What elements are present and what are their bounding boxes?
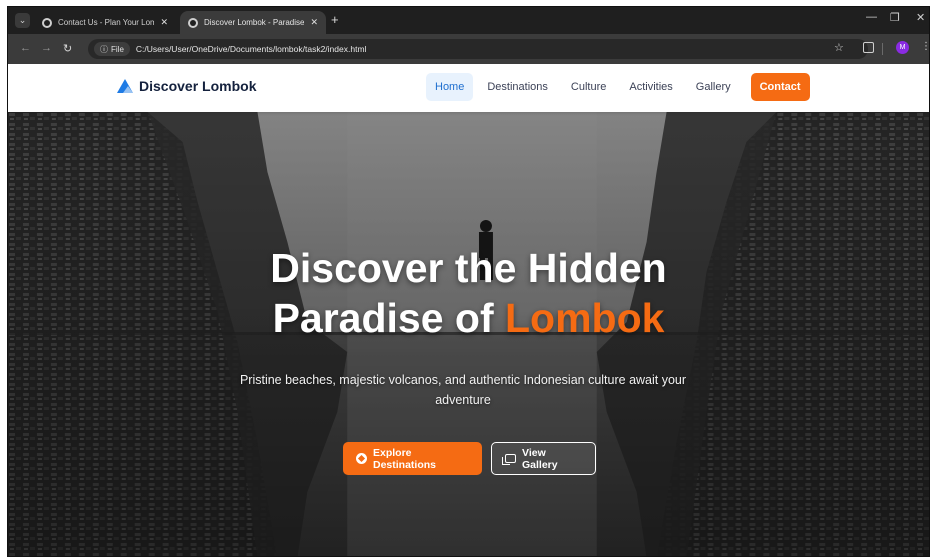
address-bar[interactable]: ⓘ File C:/Users/User/OneDrive/Documents/… [88, 39, 868, 59]
nav-item-gallery[interactable]: Gallery [687, 73, 740, 101]
new-tab-button[interactable]: + [331, 12, 339, 27]
close-window-icon[interactable]: ✕ [916, 11, 925, 24]
info-icon: ⓘ [100, 44, 108, 54]
tab-search-icon[interactable]: ⌄ [15, 13, 30, 28]
nav-item-activities[interactable]: Activities [620, 73, 681, 101]
contact-button[interactable]: Contact [750, 73, 810, 101]
reload-icon[interactable]: ↻ [63, 42, 72, 55]
tab-strip: ⌄ Contact Us - Plan Your Lombok ✕ Discov… [8, 7, 929, 34]
forward-arrow-icon[interactable]: → [41, 42, 52, 54]
extensions-icon[interactable] [863, 42, 874, 53]
hero-title-line1: Discover the Hidden [270, 245, 667, 291]
nav-menu: Home Destinations Culture Activities Gal… [426, 73, 810, 101]
view-gallery-label: View Gallery [522, 446, 558, 471]
close-tab-icon[interactable]: ✕ [160, 17, 168, 28]
maximize-icon[interactable]: ❐ [890, 11, 900, 24]
hero-title-accent: Lombok [505, 295, 665, 341]
tab-discover-lombok[interactable]: Discover Lombok - Paradise Isl ✕ [180, 11, 326, 34]
profile-avatar[interactable]: M [896, 41, 909, 54]
back-arrow-icon[interactable]: ← [20, 42, 31, 54]
tab-title: Discover Lombok - Paradise Isl [204, 18, 305, 27]
compass-icon [356, 453, 367, 464]
nav-item-culture[interactable]: Culture [562, 73, 615, 101]
brand-name: Discover Lombok [139, 78, 257, 94]
explore-destinations-label: Explore Destinations [373, 446, 437, 471]
web-page: Discover Lombok Home Destinations Cultur… [8, 64, 929, 556]
scheme-label: File [111, 44, 124, 54]
url-text[interactable]: C:/Users/User/OneDrive/Documents/lombok/… [136, 44, 367, 54]
toolbar-divider [882, 43, 883, 55]
tab-contact[interactable]: Contact Us - Plan Your Lombok ✕ [34, 11, 176, 34]
nav-item-destinations[interactable]: Destinations [478, 73, 557, 101]
nav-item-home[interactable]: Home [426, 73, 474, 101]
hero-subtitle: Pristine beaches, majestic volcanos, and… [239, 373, 687, 407]
browser-toolbar: ← → ↻ ⓘ File C:/Users/User/OneDrive/Docu… [8, 34, 929, 64]
explore-destinations-button[interactable]: Explore Destinations [343, 442, 482, 475]
menu-kebab-icon[interactable]: ⋮ [921, 41, 929, 52]
hero-title-line2-prefix: Paradise of [272, 295, 505, 341]
hero-section: Discover the Hidden Paradise of Lombok P… [8, 112, 929, 556]
view-gallery-button[interactable]: View Gallery [491, 442, 596, 475]
bookmark-star-icon[interactable]: ☆ [834, 41, 844, 54]
mountain-icon [117, 79, 133, 93]
globe-icon [42, 17, 52, 28]
site-info-chip[interactable]: ⓘ File [94, 42, 130, 56]
tab-title: Contact Us - Plan Your Lombok [58, 18, 154, 27]
images-icon [502, 454, 516, 465]
hero-title: Discover the Hidden Paradise of Lombok [8, 243, 929, 343]
close-tab-icon[interactable]: ✕ [310, 17, 318, 28]
globe-icon [188, 17, 198, 28]
site-navbar: Discover Lombok Home Destinations Cultur… [8, 64, 929, 112]
brand-logo[interactable]: Discover Lombok [117, 78, 256, 94]
browser-window: ⌄ Contact Us - Plan Your Lombok ✕ Discov… [7, 6, 930, 557]
minimize-icon[interactable]: — [866, 11, 877, 23]
